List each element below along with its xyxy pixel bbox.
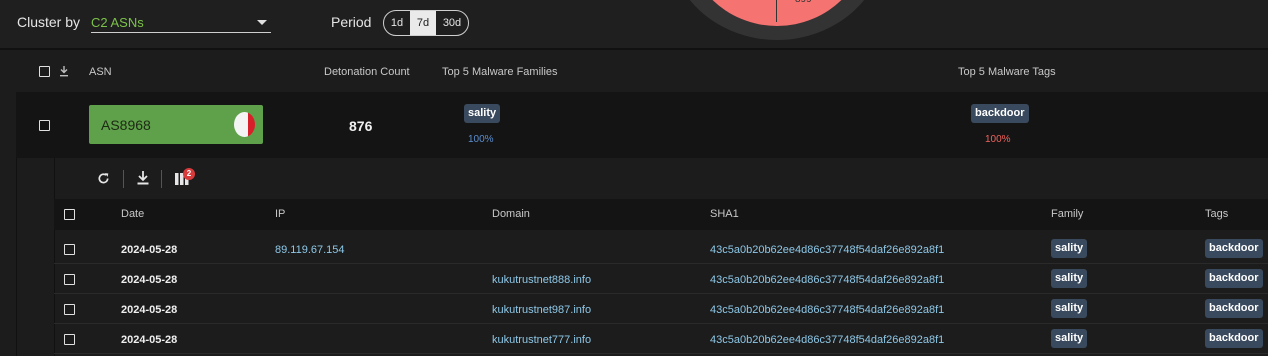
table-header — [0, 50, 1268, 92]
row-date: 2024-05-28 — [121, 334, 178, 346]
row-date: 2024-05-28 — [121, 244, 178, 256]
top-controls-bar: Cluster by C2 ASNs Period 1d 7d 30d — [0, 0, 1268, 48]
asn-badge[interactable]: AS8968 — [89, 105, 263, 144]
toolbar-divider — [123, 170, 124, 188]
select-all-checkbox[interactable] — [64, 209, 75, 220]
row-sha1-link[interactable]: 43c5a0b20b62ee4d86c37748f54daf26e892a8f1 — [710, 244, 944, 256]
header-family[interactable]: Family — [1051, 208, 1083, 220]
period-label: Period — [331, 14, 372, 30]
row-domain-link[interactable]: kukutrustnet987.info — [492, 304, 591, 316]
row-sha1-link[interactable]: 43c5a0b20b62ee4d86c37748f54daf26e892a8f1 — [710, 274, 944, 286]
row-ip-link[interactable]: 89.119.67.154 — [275, 244, 345, 256]
header-detonation-count[interactable]: Detonation Count — [324, 66, 410, 78]
malware-tag[interactable]: backdoor — [1205, 239, 1263, 258]
family-tag[interactable]: sality — [1051, 269, 1088, 288]
row-domain-link[interactable]: kukutrustnet777.info — [492, 334, 591, 346]
table-row[interactable]: 2024-05-28 89.119.67.154 43c5a0b20b62ee4… — [54, 234, 1268, 264]
toolbar-divider — [161, 170, 162, 188]
row-date: 2024-05-28 — [121, 274, 178, 286]
row-sha1-link[interactable]: 43c5a0b20b62ee4d86c37748f54daf26e892a8f1 — [710, 334, 944, 346]
table-row[interactable]: 2024-05-28 kukutrustnet777.info 43c5a0b2… — [54, 324, 1268, 354]
cluster-by-label: Cluster by — [17, 14, 81, 30]
family-tag[interactable]: sality — [1051, 239, 1088, 258]
row-checkbox[interactable] — [64, 334, 75, 345]
filter-count-badge: 2 — [183, 168, 195, 180]
detonation-count: 876 — [349, 118, 373, 134]
download-icon[interactable] — [59, 66, 69, 77]
subtable-header: Date IP Domain SHA1 Family Tags — [54, 199, 1268, 230]
row-date: 2024-05-28 — [121, 304, 178, 316]
header-tags[interactable]: Tags — [1205, 208, 1228, 220]
cluster-by-select[interactable]: C2 ASNs — [91, 12, 271, 33]
asn-label: AS8968 — [101, 117, 151, 133]
malware-tag[interactable]: backdoor — [1205, 299, 1263, 318]
header-ip[interactable]: IP — [275, 208, 285, 220]
cluster-by-value: C2 ASNs — [91, 15, 144, 30]
table-row[interactable]: 2024-05-28 kukutrustnet987.info 43c5a0b2… — [54, 294, 1268, 324]
header-top-families[interactable]: Top 5 Malware Families — [442, 66, 558, 78]
italy-flag-icon — [234, 112, 255, 137]
row-domain-link[interactable]: kukutrustnet888.info — [492, 274, 591, 286]
family-percentage: 100% — [468, 134, 494, 145]
header-top-tags[interactable]: Top 5 Malware Tags — [958, 66, 1056, 78]
header-domain[interactable]: Domain — [492, 208, 530, 220]
pie-divider — [776, 0, 777, 22]
malware-tag[interactable]: backdoor — [1205, 329, 1263, 348]
period-30d-button[interactable]: 30d — [436, 11, 468, 35]
refresh-icon[interactable] — [97, 172, 110, 185]
tag-percentage: 100% — [985, 134, 1011, 145]
period-7d-button[interactable]: 7d — [410, 11, 436, 35]
family-tag[interactable]: sality — [1051, 299, 1088, 318]
header-asn[interactable]: ASN — [89, 66, 112, 78]
family-tag[interactable]: sality — [464, 104, 501, 123]
header-date[interactable]: Date — [121, 208, 144, 220]
malware-tag[interactable]: backdoor — [1205, 269, 1263, 288]
table-row[interactable]: 2024-05-28 kukutrustnet888.info 43c5a0b2… — [54, 264, 1268, 294]
select-all-checkbox[interactable] — [39, 66, 50, 77]
header-sha1[interactable]: SHA1 — [710, 208, 739, 220]
malware-tag[interactable]: backdoor — [971, 104, 1029, 123]
download-icon[interactable] — [137, 171, 149, 185]
period-toggle-group: 1d 7d 30d — [383, 10, 469, 36]
period-1d-button[interactable]: 1d — [384, 11, 410, 35]
row-checkbox[interactable] — [64, 274, 75, 285]
row-sha1-link[interactable]: 43c5a0b20b62ee4d86c37748f54daf26e892a8f1 — [710, 304, 944, 316]
chevron-down-icon — [257, 20, 267, 25]
pie-slice-label: 899 — [795, 0, 812, 5]
family-tag[interactable]: sality — [1051, 329, 1088, 348]
row-checkbox[interactable] — [64, 304, 75, 315]
row-checkbox[interactable] — [64, 244, 75, 255]
row-checkbox[interactable] — [39, 120, 50, 131]
